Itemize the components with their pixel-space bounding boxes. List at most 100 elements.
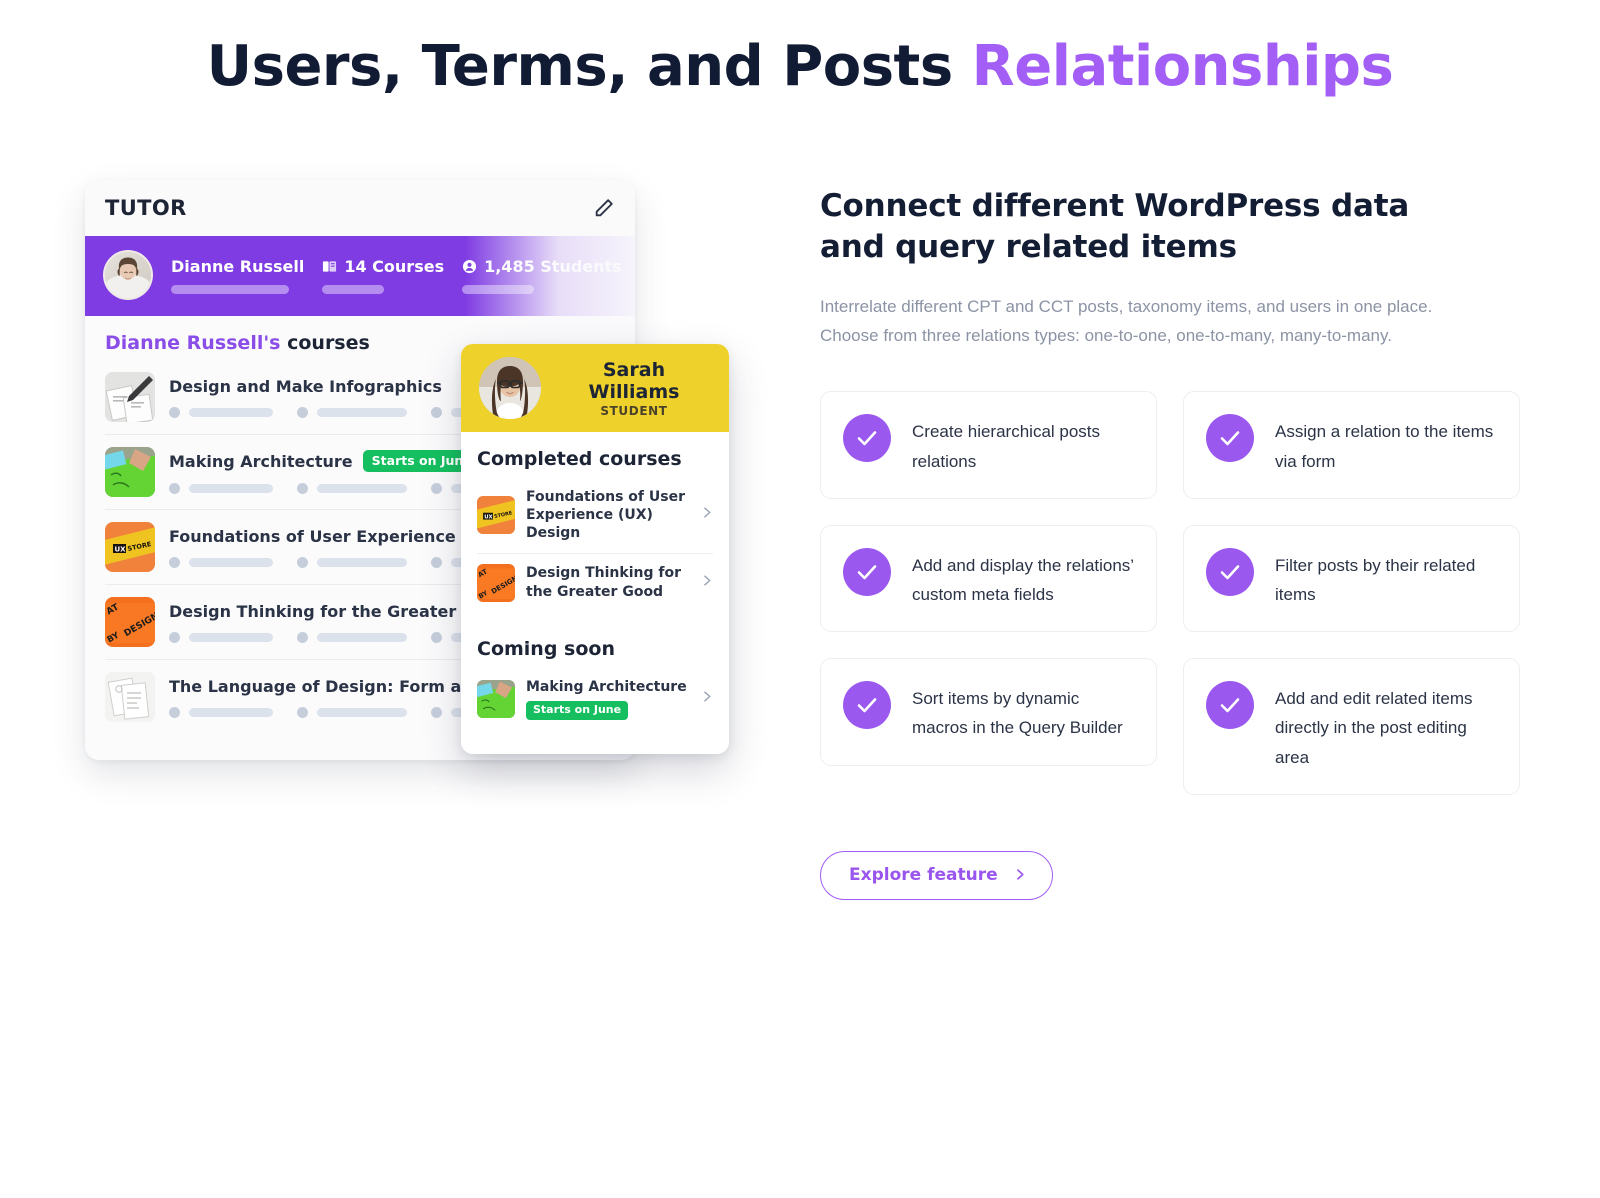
page-title-accent: Relationships (971, 34, 1394, 99)
course-thumbnail (105, 672, 155, 722)
user-icon (462, 259, 477, 274)
courses-heading-rest: courses (280, 332, 370, 354)
page-title: Users, Terms, and Posts Relationships (0, 34, 1600, 99)
placeholder-dot (169, 631, 180, 643)
chevron-right-icon[interactable] (700, 506, 713, 524)
student-card-header: Sarah Williams STUDENT (461, 344, 729, 432)
svg-text:UX: UX (484, 515, 492, 521)
chevron-right-icon (1013, 868, 1026, 881)
completed-courses-heading: Completed courses (477, 448, 682, 470)
placeholder-bar (317, 707, 407, 717)
pencil-icon[interactable] (593, 197, 615, 219)
feature-card: Create hierarchical posts relations (820, 391, 1157, 499)
placeholder-bar (189, 707, 273, 717)
book-icon (322, 259, 337, 274)
check-icon (843, 681, 891, 730)
feature-card: Assign a relation to the items via form (1183, 391, 1520, 499)
illustration-group: TUTOR Dianne Russell 14 Courses 1,485 St… (85, 180, 745, 780)
placeholder-bar (317, 407, 407, 417)
course-title: Design Thinking for the Greater Good (169, 601, 509, 621)
check-icon (1206, 547, 1254, 596)
coming-soon-heading: Coming soon (477, 637, 615, 660)
placeholder-dot (297, 483, 308, 494)
placeholder-bar (462, 284, 535, 294)
course-title: Design Thinking for the Greater Good (526, 565, 681, 600)
placeholder-bar (189, 632, 273, 642)
feature-label: Create hierarchical posts relations (912, 422, 1101, 471)
explore-feature-label: Explore feature (849, 864, 998, 885)
course-thumbnail (105, 372, 155, 422)
svg-text:UX: UX (115, 545, 127, 553)
placeholder-dot (169, 706, 180, 718)
tutor-name: Dianne Russell (171, 256, 305, 276)
section-description: Interrelate different CPT and CCT posts,… (820, 296, 1433, 346)
placeholder-dot (431, 631, 442, 643)
tutor-avatar (103, 250, 153, 300)
student-role: STUDENT (600, 403, 668, 418)
placeholder-bar (317, 557, 407, 567)
course-info: Making Architecture Starts on June (526, 678, 689, 721)
placeholder-dot (431, 706, 442, 718)
chevron-right-icon[interactable] (700, 690, 713, 708)
tutor-students-block: 1,485 Students (444, 257, 622, 294)
course-thumbnail: UX STORE (105, 522, 155, 572)
course-thumbnail: AT BY DESIGN (477, 563, 515, 602)
avatar (479, 357, 541, 419)
placeholder-bar (317, 632, 407, 642)
placeholder-dot (431, 556, 442, 568)
list-item[interactable]: AT BY DESIGN Design Thinking for the Gre… (477, 554, 713, 612)
check-icon (1206, 681, 1254, 730)
feature-label: Add and edit related items directly in t… (1275, 689, 1473, 767)
tutor-courses-block: 14 Courses (304, 257, 444, 294)
feature-label: Assign a relation to the items via form (1275, 422, 1494, 471)
tutor-students-count: 1,485 Students (484, 256, 622, 276)
feature-label: Sort items by dynamic macros in the Quer… (912, 689, 1123, 738)
feature-grid: Create hierarchical posts relations Assi… (820, 391, 1520, 795)
feature-card: Filter posts by their related items (1183, 524, 1520, 633)
feature-label: Filter posts by their related items (1275, 555, 1476, 604)
feature-card: Add and display the relations’ custom me… (820, 524, 1157, 633)
tutor-card-title: TUTOR (105, 196, 187, 220)
feature-card: Add and edit related items directly in t… (1183, 658, 1520, 795)
tutor-card-header: TUTOR (85, 180, 635, 236)
placeholder-dot (169, 556, 180, 568)
check-icon (843, 414, 891, 463)
tutor-banner: Dianne Russell 14 Courses 1,485 Students (85, 236, 635, 316)
status-badge: Starts on June (526, 700, 629, 721)
section-heading: Connect different WordPress data and que… (820, 186, 1520, 268)
list-item[interactable]: UX STORE Foundations of User Experience … (477, 478, 713, 554)
explore-feature-button[interactable]: Explore feature (820, 850, 1053, 900)
section-heading-line2: and query related items (820, 228, 1237, 265)
content-column: Connect different WordPress data and que… (820, 186, 1520, 900)
page-root: Users, Terms, and Posts Relationships TU… (0, 0, 1600, 1198)
placeholder-dot (297, 706, 308, 718)
tutor-students-row: 1,485 Students (462, 257, 622, 276)
placeholder-dot (169, 406, 180, 418)
feature-label: Add and display the relations’ custom me… (912, 555, 1134, 604)
check-icon (843, 547, 891, 596)
placeholder-bar (189, 557, 273, 567)
course-thumbnail (477, 679, 515, 718)
course-thumbnail (105, 447, 155, 497)
course-title: Making Architecture (169, 451, 353, 471)
courses-heading-owner: Dianne Russell's (105, 332, 281, 354)
placeholder-bar (322, 284, 385, 294)
placeholder-bar (189, 407, 273, 417)
chevron-right-icon[interactable] (700, 574, 713, 592)
placeholder-bar (317, 484, 407, 493)
placeholder-dot (297, 556, 308, 568)
list-item[interactable]: Making Architecture Starts on June (477, 668, 713, 730)
check-icon (1206, 414, 1254, 463)
placeholder-dot (431, 406, 442, 418)
student-card-body: Completed courses UX STORE Foundations o… (461, 432, 729, 754)
placeholder-bar (189, 484, 273, 493)
student-name: Sarah Williams (588, 358, 680, 403)
student-card: Sarah Williams STUDENT Completed courses… (461, 344, 729, 755)
page-title-lead: Users, Terms, and Posts (206, 34, 972, 99)
course-title: Foundations of User Experience (UX) Desi… (526, 489, 685, 542)
placeholder-dot (297, 631, 308, 643)
tutor-courses-row: 14 Courses (322, 257, 444, 276)
placeholder-dot (169, 483, 180, 494)
course-thumbnail: UX STORE (477, 496, 515, 535)
feature-card: Sort items by dynamic macros in the Quer… (820, 658, 1157, 766)
